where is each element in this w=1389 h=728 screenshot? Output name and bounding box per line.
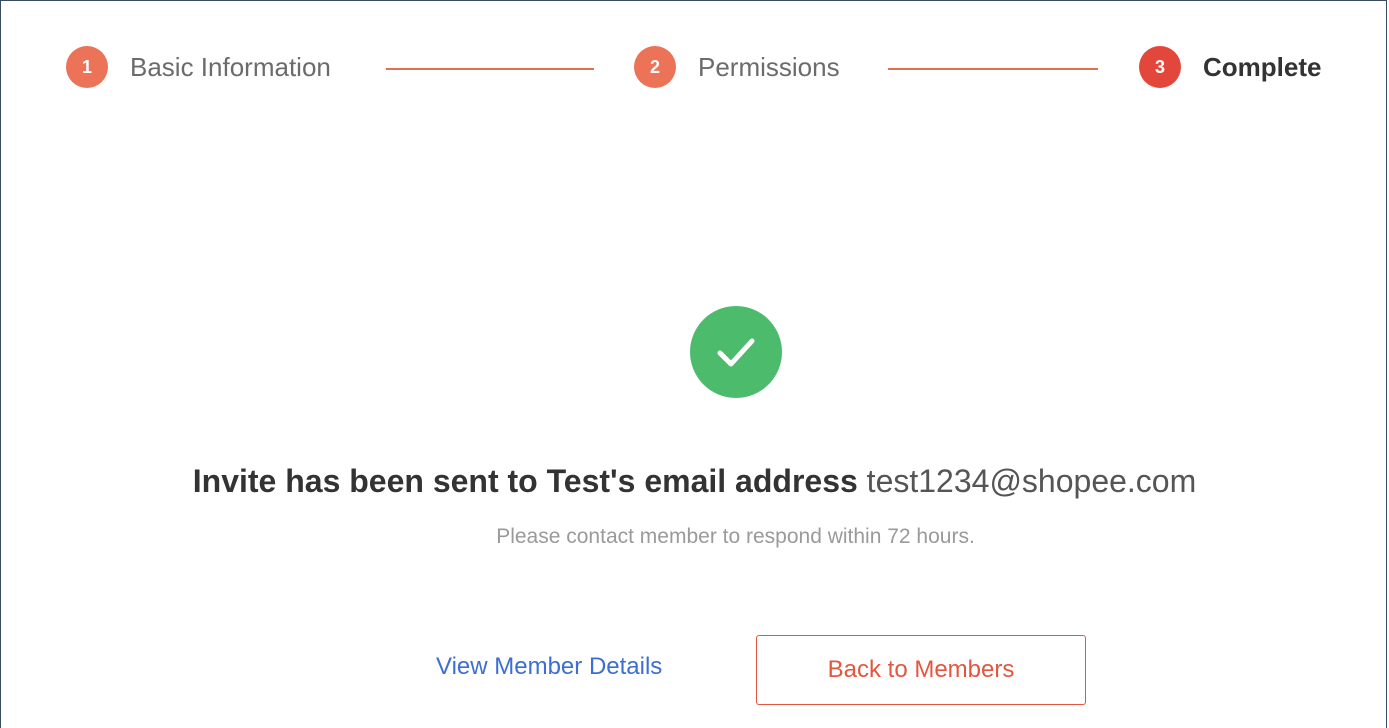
back-to-members-button[interactable]: Back to Members <box>756 635 1086 705</box>
step-permissions: 2 Permissions <box>634 46 840 88</box>
response-note: Please contact member to respond within … <box>496 525 975 548</box>
step-basic-information: 1 Basic Information <box>66 46 331 88</box>
success-headline: Invite has been sent to Test's email add… <box>192 463 858 499</box>
step-badge: 1 <box>66 46 108 88</box>
step-badge: 3 <box>1139 46 1181 88</box>
member-email: test1234@shopee.com <box>866 463 1197 499</box>
step-label: Complete <box>1203 51 1322 82</box>
invite-complete-page: 1 Basic Information 2 Permissions 3 Comp… <box>0 0 1387 728</box>
success-message: Invite has been sent to Test's email add… <box>1 459 1388 503</box>
step-badge: 2 <box>634 46 676 88</box>
checkmark-glyph <box>717 338 755 367</box>
step-label: Permissions <box>698 51 840 82</box>
step-connector <box>386 68 594 70</box>
step-complete: 3 Complete <box>1139 46 1321 88</box>
step-connector <box>888 68 1098 70</box>
check-icon <box>690 306 782 398</box>
view-member-details-link[interactable]: View Member Details <box>436 653 662 681</box>
step-label: Basic Information <box>130 51 331 82</box>
